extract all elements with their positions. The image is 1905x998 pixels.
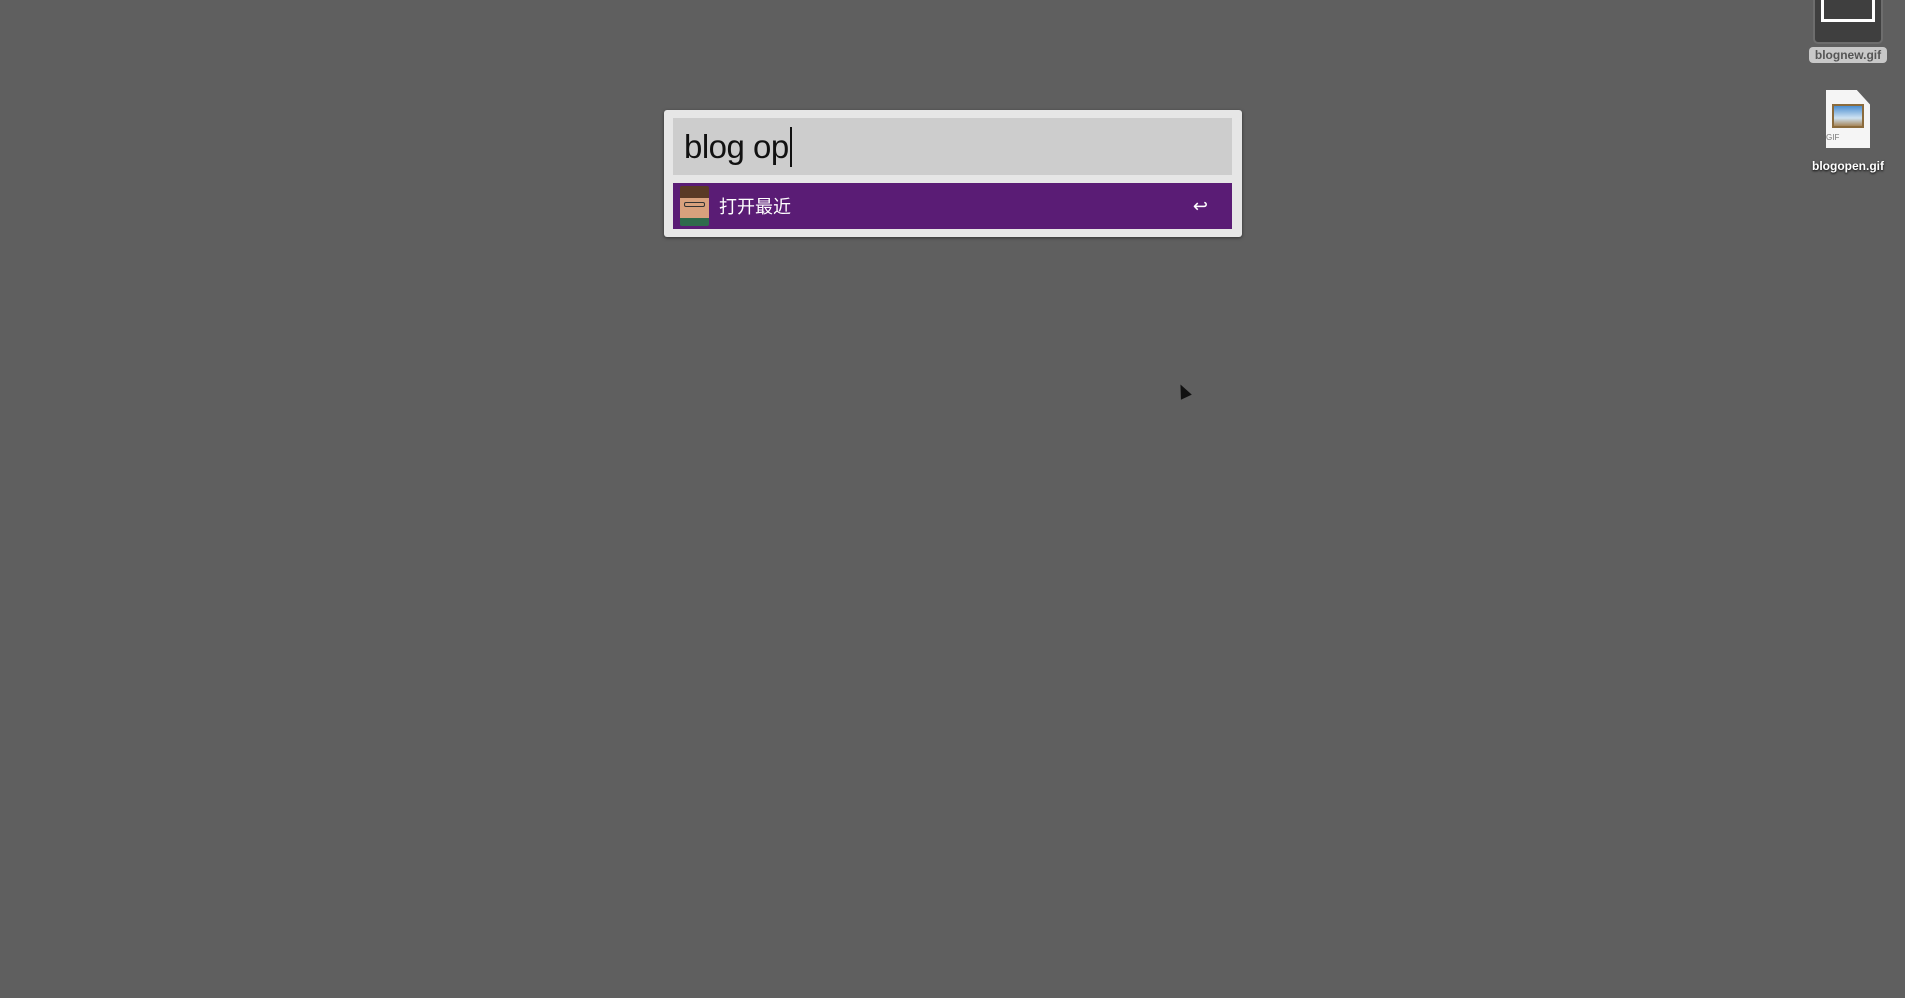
avatar-icon: [680, 186, 709, 226]
file-ext-label: GIF: [1826, 133, 1840, 142]
image-preview-icon: [1832, 104, 1864, 128]
search-input[interactable]: blog op: [673, 118, 1232, 175]
text-caret: [789, 126, 792, 167]
result-item-selected[interactable]: 打开最近 ↩: [673, 183, 1232, 229]
blognew-gif-thumbnail[interactable]: [1813, 0, 1883, 44]
search-query[interactable]: blog op: [684, 128, 789, 166]
desktop-icon-label[interactable]: blogopen.gif: [1800, 159, 1896, 173]
result-label: 打开最近: [719, 197, 791, 217]
launcher-window: blog op 打开最近 ↩: [664, 110, 1242, 237]
desktop-icon-label[interactable]: blognew.gif: [1809, 47, 1887, 63]
return-key-icon: ↩: [1192, 195, 1208, 216]
mouse-cursor-icon: [1175, 381, 1192, 400]
image-preview-icon: [1821, 0, 1875, 22]
gif-file-icon[interactable]: GIF: [1826, 90, 1870, 148]
